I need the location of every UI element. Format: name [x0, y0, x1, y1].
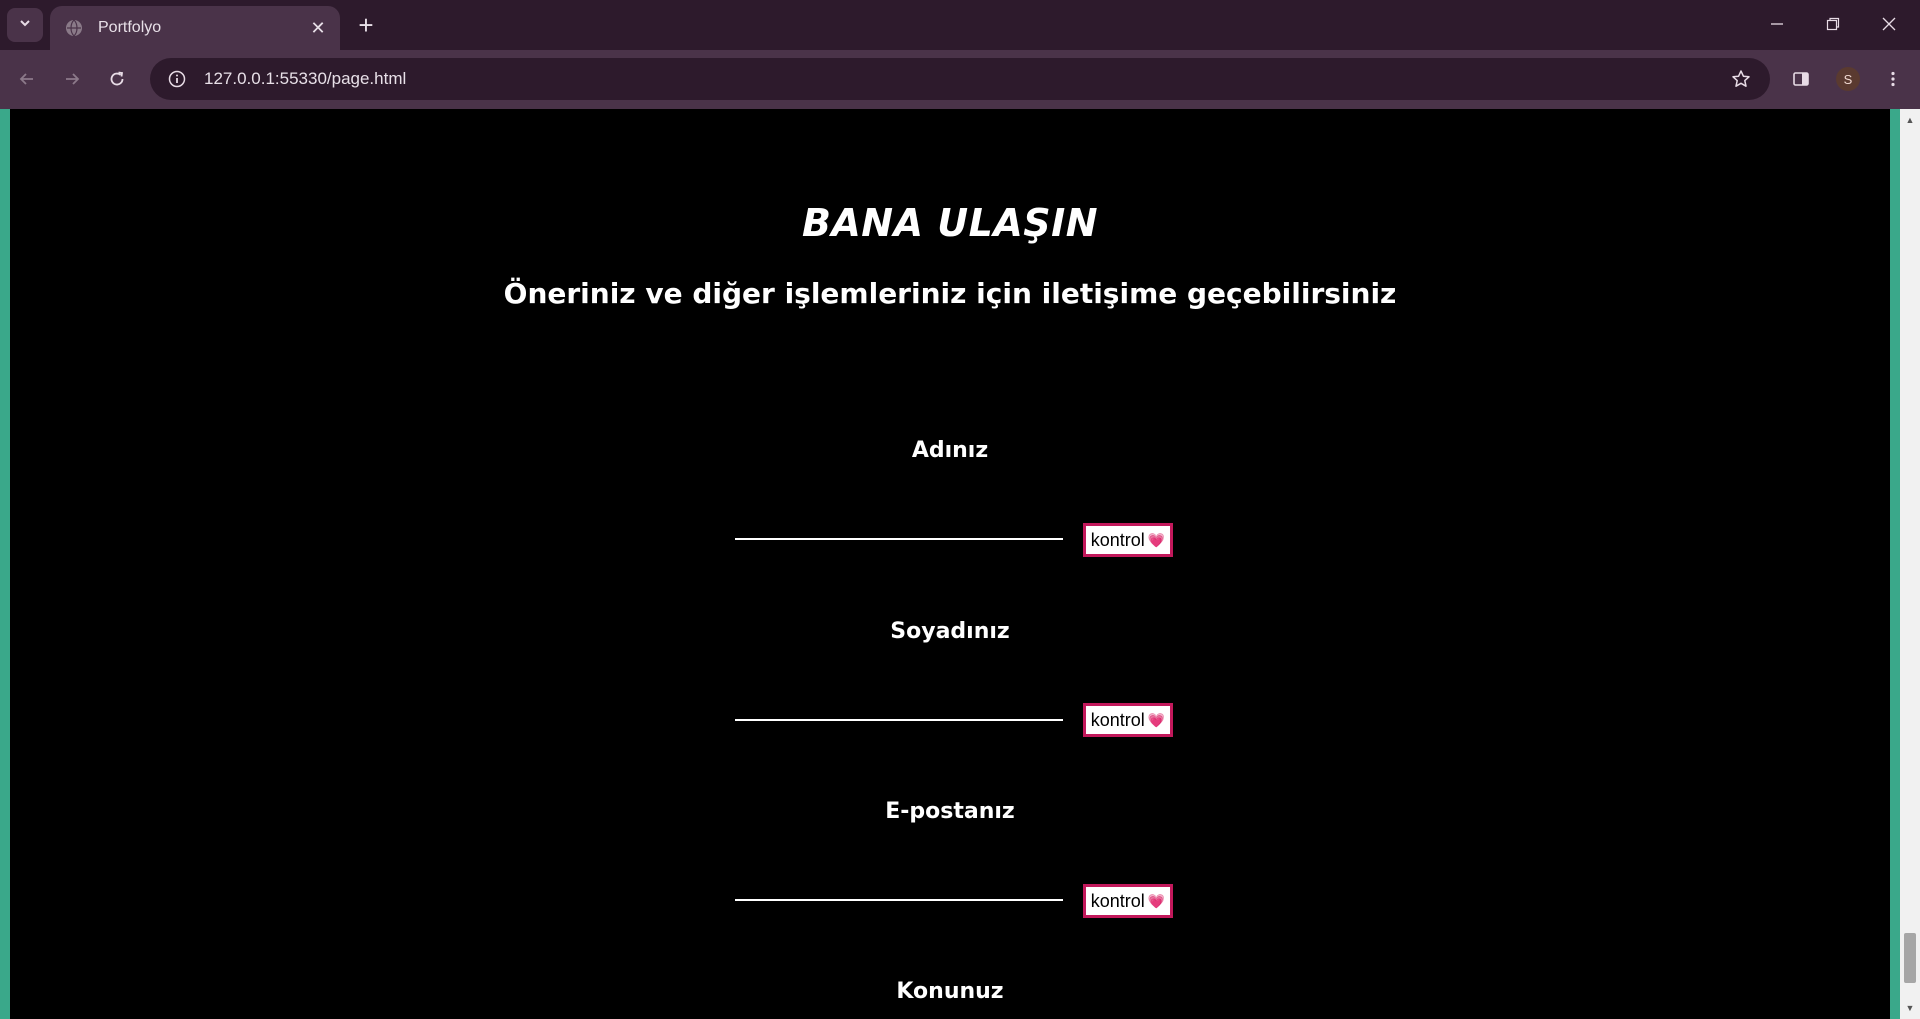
- globe-icon: [64, 18, 84, 38]
- last-name-input[interactable]: [735, 693, 1063, 721]
- first-name-check-button[interactable]: kontrol 💗: [1083, 523, 1173, 557]
- scrollbar-thumb[interactable]: [1904, 933, 1916, 983]
- arrow-right-icon: [66, 73, 80, 85]
- address-bar[interactable]: 127.0.0.1:55330/page.html: [150, 58, 1770, 100]
- chevron-down-icon: [18, 16, 32, 35]
- page-viewport: BANA ULAŞIN Öneriniz ve diğer işlemlerin…: [0, 109, 1920, 1019]
- reload-icon: [110, 71, 124, 86]
- scroll-up-arrow-icon[interactable]: ▲: [1900, 111, 1920, 129]
- side-panel-icon: [1793, 72, 1809, 86]
- tab-search-button[interactable]: [7, 8, 43, 42]
- back-button[interactable]: [10, 62, 44, 96]
- heart-icon: 💗: [1147, 531, 1166, 548]
- avatar: S: [1836, 67, 1860, 91]
- close-window-button[interactable]: [1862, 0, 1916, 48]
- page-title: BANA ULAŞIN: [801, 201, 1099, 245]
- menu-button[interactable]: [1876, 62, 1910, 96]
- first-name-input[interactable]: [735, 512, 1063, 540]
- restore-button[interactable]: [1806, 0, 1860, 48]
- arrow-left-icon: [19, 73, 33, 85]
- page-scrollbar[interactable]: ▲ ▼: [1900, 109, 1920, 1019]
- contact-section: BANA ULAŞIN Öneriniz ve diğer işlemlerin…: [10, 109, 1890, 1019]
- last-name-label: Soyadınız: [890, 619, 1010, 644]
- bookmark-star-icon[interactable]: [1724, 62, 1758, 96]
- minimize-button[interactable]: [1750, 0, 1804, 48]
- tab-portfolyo[interactable]: Portfolyo ✕: [50, 6, 340, 50]
- check-button-label: kontrol: [1090, 890, 1145, 911]
- side-panel-button[interactable]: [1784, 62, 1818, 96]
- check-button-label: kontrol: [1090, 709, 1145, 730]
- url-text: 127.0.0.1:55330/page.html: [204, 69, 407, 88]
- forward-button[interactable]: [55, 62, 89, 96]
- tab-title: Portfolyo: [98, 19, 162, 36]
- last-name-check-button[interactable]: kontrol 💗: [1083, 703, 1173, 737]
- profile-button[interactable]: S: [1831, 62, 1865, 96]
- email-label: E-postanız: [885, 799, 1015, 824]
- check-button-label: kontrol: [1090, 529, 1145, 550]
- email-input[interactable]: [735, 873, 1063, 901]
- right-accent-bar: [1890, 109, 1900, 1019]
- browser-toolbar: 127.0.0.1:55330/page.html S: [0, 50, 1920, 109]
- more-vertical-icon: [1891, 71, 1895, 87]
- heart-icon: 💗: [1147, 711, 1166, 728]
- reload-button[interactable]: [100, 62, 134, 96]
- subject-label: Konunuz: [896, 979, 1004, 1004]
- left-accent-bar: [0, 109, 10, 1019]
- tab-close-icon[interactable]: ✕: [304, 14, 332, 42]
- new-tab-button[interactable]: +: [350, 9, 382, 41]
- email-check-button[interactable]: kontrol 💗: [1083, 884, 1173, 918]
- page-subtitle: Öneriniz ve diğer işlemleriniz için ilet…: [503, 277, 1397, 310]
- heart-icon: 💗: [1147, 892, 1166, 909]
- site-info-icon[interactable]: [162, 64, 192, 94]
- scroll-down-arrow-icon[interactable]: ▼: [1900, 999, 1920, 1017]
- first-name-label: Adınız: [911, 438, 989, 463]
- tab-strip: Portfolyo ✕ +: [0, 0, 1920, 50]
